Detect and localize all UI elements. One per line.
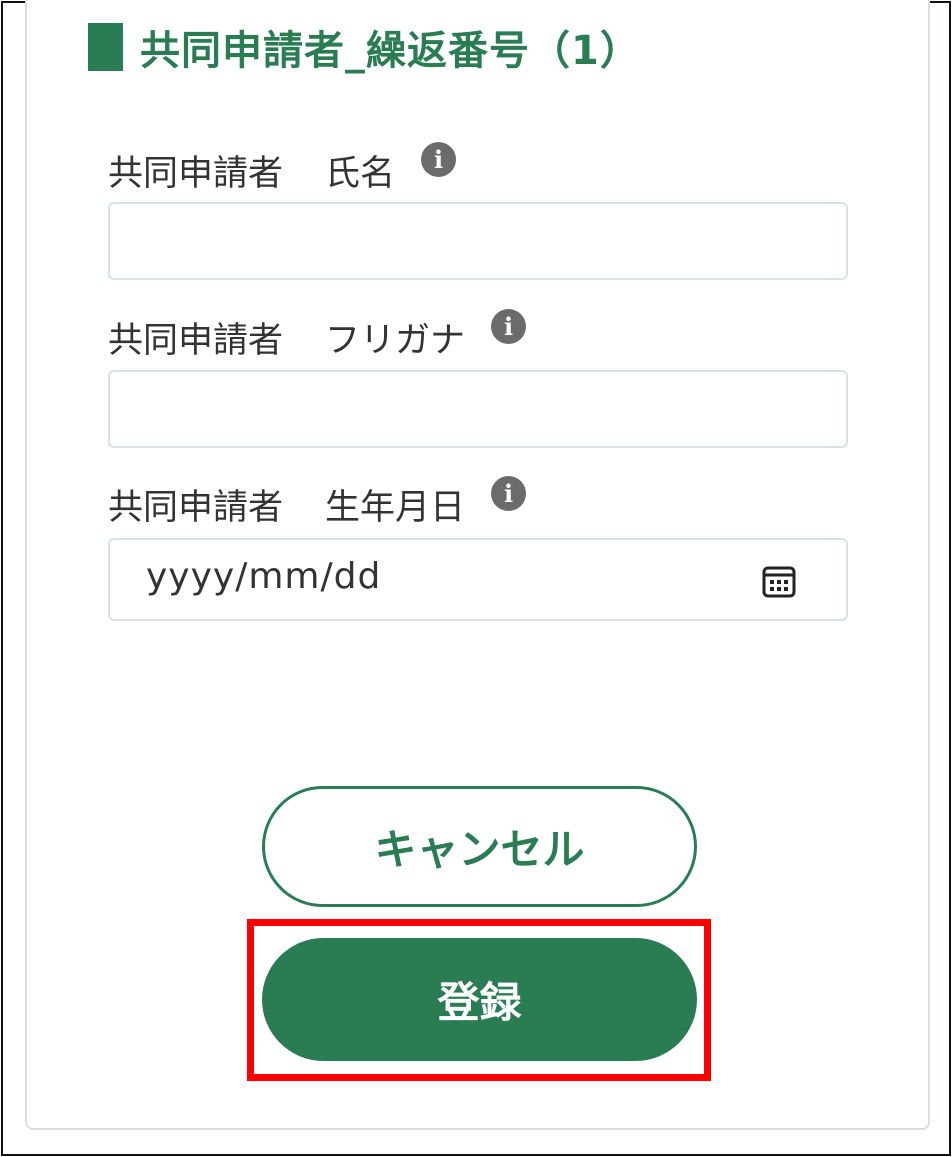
field-label-name: 共同申請者 氏名 i — [108, 141, 457, 195]
section-title: 共同申請者_繰返番号（1） — [140, 28, 641, 74]
info-icon[interactable]: i — [421, 141, 457, 177]
field-label-sub: フリガナ — [325, 320, 466, 361]
calendar-icon[interactable] — [761, 563, 797, 599]
field-label-sub: 生年月日 — [325, 487, 466, 528]
field-label-main: 共同申請者 — [108, 487, 284, 528]
field-label-sub: 氏名 — [325, 153, 396, 194]
field-label-main: 共同申請者 — [108, 320, 284, 361]
coapplicant-name-input[interactable] — [108, 202, 848, 280]
coapplicant-birthdate-input[interactable]: yyyy/mm/dd — [108, 538, 848, 621]
info-icon[interactable]: i — [491, 475, 527, 511]
section-accent-bar — [88, 23, 123, 71]
info-icon[interactable]: i — [491, 308, 527, 344]
section-header: 共同申請者_繰返番号（1） — [88, 22, 641, 74]
coapplicant-furigana-input[interactable] — [108, 370, 848, 448]
field-label-birthdate: 共同申請者 生年月日 i — [108, 475, 527, 529]
field-label-main: 共同申請者 — [108, 153, 284, 194]
field-label-furigana: 共同申請者 フリガナ i — [108, 308, 527, 362]
cancel-button[interactable]: キャンセル — [262, 786, 697, 907]
register-button[interactable]: 登録 — [262, 938, 697, 1061]
date-placeholder: yyyy/mm/dd — [146, 556, 382, 597]
